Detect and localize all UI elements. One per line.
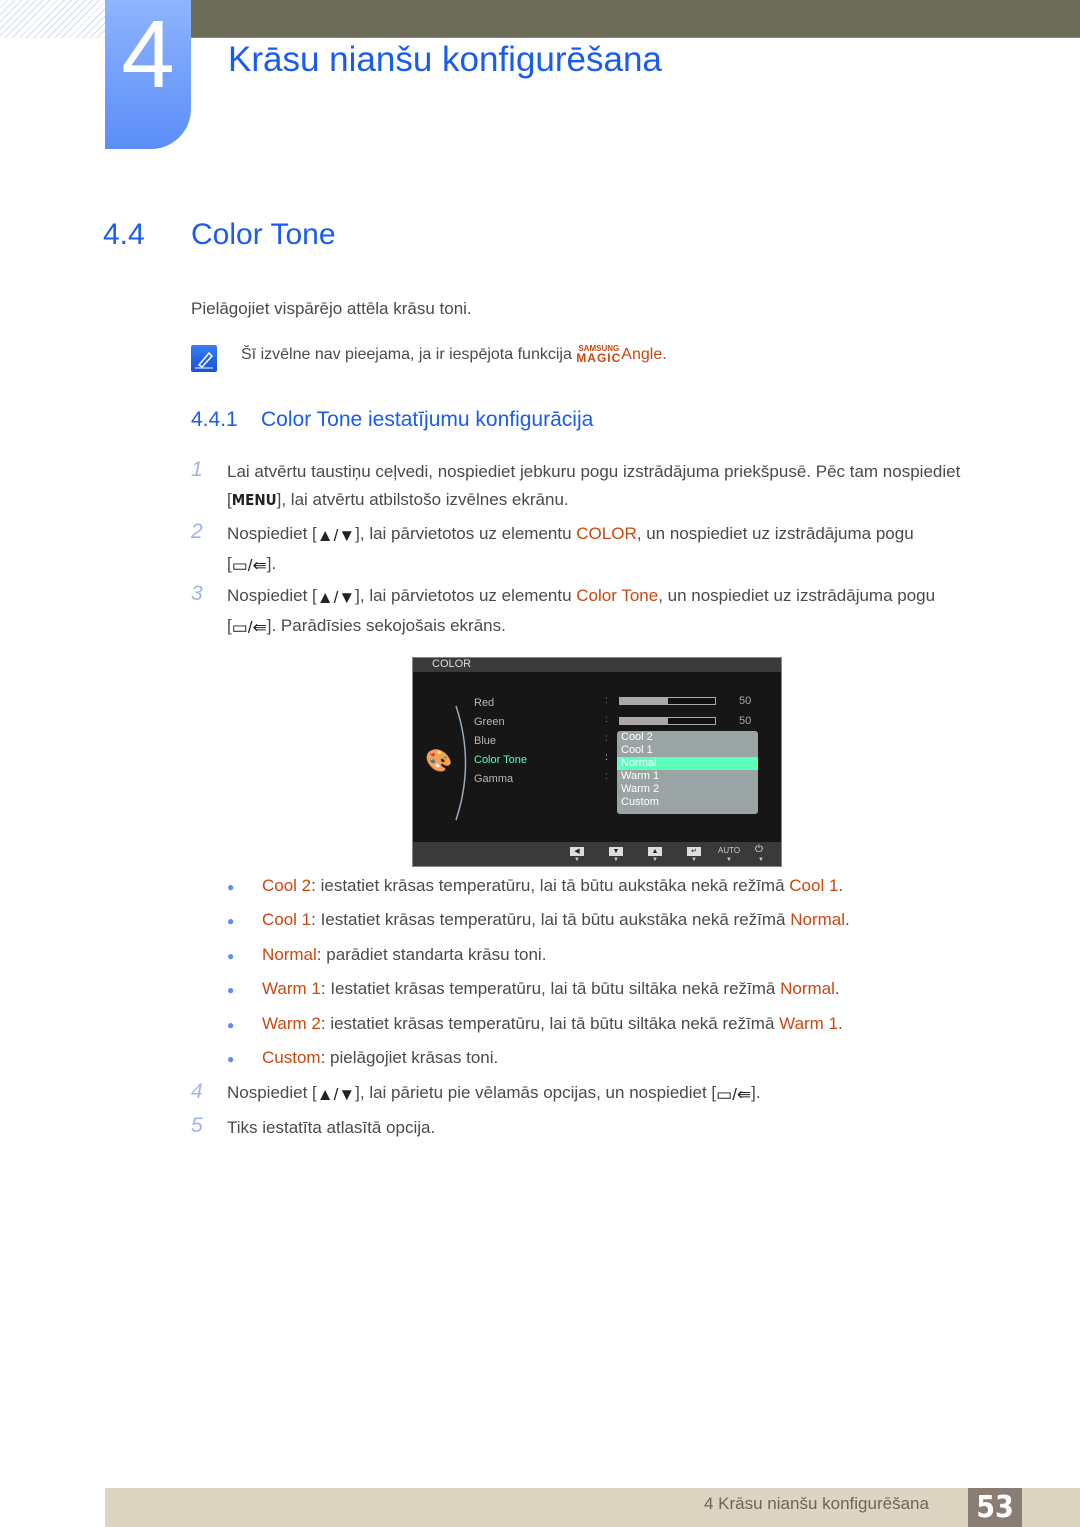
power-icon: ⏻ [755,844,763,855]
step-number: 2 [191,520,203,543]
subsection-number: 4.4.1 [191,408,238,431]
osd-item-gamma: Gamma [474,773,514,785]
step-2: Nospiediet [▲/▼], lai pārvietotos uz ele… [227,520,914,580]
section-title: Color Tone [191,218,336,251]
step-number: 1 [191,458,203,481]
footer-bar [105,1488,1080,1527]
menu-enter-icon: ▭/⇚ [716,1085,752,1104]
tone-option[interactable]: Normal [617,757,758,770]
left-button-icon: ◀ [570,847,584,856]
osd-screenshot: COLOR 🎨 Red Green Blue Color Tone Gamma … [412,657,782,867]
bullet-icon: ● [227,1017,235,1032]
tone-option[interactable]: Warm 1 [617,770,758,783]
step-number: 5 [191,1114,203,1137]
palette-icon: 🎨 [425,748,453,773]
red-value: 50 [739,695,752,707]
menu-enter-icon: ▭/⇚ [231,556,267,575]
bullet-icon: ● [227,880,235,894]
bullet-icon: ● [227,914,235,929]
osd-item-green: Green [474,716,505,728]
osd-item-blue: Blue [474,735,497,747]
up-down-arrows-icon: ▲/▼ [316,1085,356,1104]
osd-button-bar: ◀ ▼ ▲ ↵ AUTO ⏻ ▼ ▼ ▼ ▼ ▼ ▼ [413,842,781,866]
section-number: 4.4 [103,218,145,251]
menu-key: MENU [231,491,277,509]
step-3: Nospiediet [▲/▼], lai pārvietotos uz ele… [227,582,935,642]
auto-button: AUTO [718,846,741,855]
intro-text: Pielāgojiet vispārējo attēla krāsu toni. [191,299,472,318]
chapter-number: 4 [105,0,191,149]
page-number: 53 [968,1488,1022,1527]
step-number: 4 [191,1080,203,1103]
step-5: Tiks iestatīta atlasītā opcija. [227,1118,436,1137]
up-down-arrows-icon: ▲/▼ [316,588,356,607]
green-value: 50 [739,715,752,727]
chapter-title: Krāsu nianšu konfigurēšana [228,40,662,79]
tone-option[interactable]: Cool 2 [617,731,758,744]
magic-logo: SAMSUNG MAGIC [576,344,622,365]
bullet-item: Cool 1: Iestatiet krāsas temperatūru, la… [262,910,850,930]
subsection-title: Color Tone iestatījumu konfigurācija [261,408,594,431]
header-bar [190,0,1080,38]
angle-text: Angle [621,346,663,363]
bullet-item: Custom: pielāgojiet krāsas toni. [262,1048,499,1067]
step-number: 3 [191,582,203,605]
note: Šī izvēlne nav pieejama, ja ir iespējota… [241,344,667,365]
up-down-arrows-icon: ▲/▼ [316,526,356,545]
osd-title: COLOR [413,658,781,672]
tone-option[interactable]: Custom [617,796,758,809]
bullet-icon: ● [227,948,235,963]
menu-enter-icon: ▭/⇚ [231,618,267,637]
enter-button-icon: ↵ [687,847,701,856]
bullet-item: Normal: parādiet standarta krāsu toni. [262,944,547,964]
note-icon [191,345,217,372]
down-button-icon: ▼ [609,847,623,856]
step-1: Lai atvērtu taustiņu ceļvedi, nospiediet… [227,462,961,509]
color-tone-dropdown: Cool 2 Cool 1 Normal Warm 1 Warm 2 Custom [617,731,758,814]
note-text: Šī izvēlne nav pieejama, ja ir iespējota… [241,346,577,363]
bullet-item: Cool 2: iestatiet krāsas temperatūru, la… [262,876,844,895]
green-slider [619,717,716,725]
bullet-icon: ● [227,1052,235,1066]
tone-option[interactable]: Warm 2 [617,783,758,796]
footer-chapter: 4 Krāsu nianšu konfigurēšana [704,1494,929,1513]
step-4: Nospiediet [▲/▼], lai pārietu pie vēlamā… [227,1079,761,1109]
tone-option[interactable]: Cool 1 [617,744,758,757]
header-hatch [0,0,105,38]
osd-item-red: Red [474,697,495,709]
bullet-icon: ● [227,983,235,998]
up-button-icon: ▲ [648,847,662,856]
bullet-item: Warm 1: Iestatiet krāsas temperatūru, la… [262,979,840,999]
red-slider [619,697,716,705]
osd-item-color-tone: Color Tone [474,754,527,766]
bullet-item: Warm 2: iestatiet krāsas temperatūru, la… [262,1013,843,1033]
